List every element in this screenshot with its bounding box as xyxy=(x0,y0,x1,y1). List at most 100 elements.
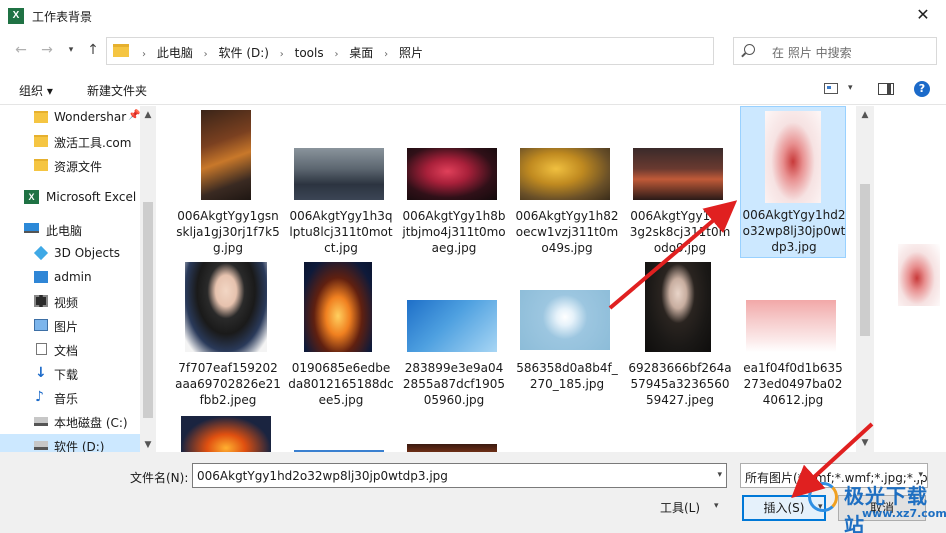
sidebar-item-pictures[interactable]: 图片 xyxy=(0,314,140,336)
chevron-down-icon[interactable]: ▾ xyxy=(818,502,823,512)
scroll-up-icon[interactable]: ▲ xyxy=(856,110,874,120)
scrollbar-thumb[interactable] xyxy=(860,184,870,336)
breadcrumb: › 此电脑 › 软件 (D:) › tools › 桌面 › 照片 xyxy=(142,44,423,61)
sidebar-item-wondershare[interactable]: Wondershar 📌 xyxy=(0,106,140,128)
chevron-down-icon[interactable]: ▾ xyxy=(714,501,719,511)
excel-icon: X xyxy=(8,8,24,24)
file-item[interactable]: 7f707eaf159202aaa69702826e21fbb2.jpeg xyxy=(175,260,281,408)
search-placeholder: 在 照片 中搜索 xyxy=(772,46,852,60)
scroll-down-icon[interactable]: ▼ xyxy=(856,438,874,448)
file-item[interactable]: 586358d0a8b4f_270_185.jpg xyxy=(514,260,620,408)
file-name: 0190685e6edbeda8012165188dcee5.jpg xyxy=(288,361,394,407)
sidebar-item-label: 下载 xyxy=(54,368,79,382)
chevron-down-icon[interactable]: ▾ xyxy=(848,83,853,93)
filetype-select[interactable]: 所有图片(*.emf;*.wmf;*.jpg;*.jp ▾ xyxy=(740,463,928,488)
folder-icon xyxy=(34,159,48,171)
view-options-icon[interactable] xyxy=(824,83,838,94)
file-item[interactable]: 006AkgtYgy1h82oecw1vzj311t0mo49s.jpg xyxy=(514,108,620,256)
search-input[interactable]: 在 照片 中搜索 xyxy=(733,37,937,65)
3d-objects-icon xyxy=(33,245,49,261)
sidebar-item-admin[interactable]: admin xyxy=(0,266,140,288)
file-name: 006AkgtYgy1gsnsklja1gj30rj1f7k5g.jpg xyxy=(176,209,280,255)
file-name: 586358d0a8b4f_270_185.jpg xyxy=(516,361,618,391)
image-thumbnail xyxy=(407,300,497,352)
sidebar-item-this-pc[interactable]: 此电脑 xyxy=(0,218,140,240)
pc-icon xyxy=(24,223,39,233)
back-arrow-icon[interactable]: ← xyxy=(12,41,30,59)
preview-pane xyxy=(874,106,946,452)
sidebar-item-label: 音乐 xyxy=(54,392,79,406)
image-thumbnail xyxy=(520,148,610,200)
sidebar-item-downloads[interactable]: ↓ 下载 xyxy=(0,362,140,384)
address-bar[interactable]: › 此电脑 › 软件 (D:) › tools › 桌面 › 照片 ▾ ↻ xyxy=(106,37,813,65)
file-item-selected[interactable]: 006AkgtYgy1hd2o32wp8lj30jp0wtdp3.jpg xyxy=(740,106,846,258)
file-name: 006AkgtYgy1hd2o32wp8lj30jp0wtdp3.jpg xyxy=(742,208,846,254)
pictures-icon xyxy=(34,319,48,331)
file-item[interactable]: 006AkgtYgy1h3qlptu8lcj311t0motct.jpg xyxy=(288,108,394,256)
navigation-pane: Wondershar 📌 激活工具.com 资源文件 X Microsoft E… xyxy=(0,106,156,452)
scroll-down-icon[interactable]: ▼ xyxy=(140,440,156,450)
command-toolbar: 组织 ▾ 新建文件夹 ▾ ? xyxy=(0,73,946,105)
image-thumbnail xyxy=(201,110,251,200)
breadcrumb-item[interactable]: 桌面 xyxy=(349,44,373,61)
cancel-button[interactable]: 取消 xyxy=(838,495,926,521)
chevron-down-icon[interactable]: ▾ xyxy=(916,470,923,480)
image-thumbnail xyxy=(746,300,836,352)
file-item[interactable]: 006AkgtYgy1h8bjtbjmo4j311t0moaeg.jpg xyxy=(401,108,507,256)
sidebar-scrollbar[interactable]: ▲ ▼ xyxy=(140,106,156,452)
file-item[interactable]: 006AkgtYgy1h8f3g2sk8cj311t0modo9.jpg xyxy=(627,108,733,256)
scrollbar-thumb[interactable] xyxy=(143,202,153,418)
new-folder-button[interactable]: 新建文件夹 xyxy=(87,82,147,99)
up-arrow-icon[interactable]: ↑ xyxy=(84,41,102,59)
file-item[interactable]: 006AkgtYgy1gsnsklja1gj30rj1f7k5g.jpg xyxy=(175,108,281,256)
sidebar-item-resources[interactable]: 资源文件 xyxy=(0,154,140,176)
chevron-down-icon[interactable]: ▾ xyxy=(62,41,80,59)
title-bar: X 工作表背景 ✕ xyxy=(0,0,946,32)
user-folder-icon xyxy=(34,271,48,283)
image-thumbnail xyxy=(304,262,372,352)
file-list-scrollbar[interactable]: ▲ ▼ xyxy=(856,106,874,452)
sidebar-item-local-disk-c[interactable]: 本地磁盘 (C:) xyxy=(0,410,140,432)
tools-menu[interactable]: 工具(L) xyxy=(660,499,700,516)
folder-icon xyxy=(34,111,48,123)
scroll-up-icon[interactable]: ▲ xyxy=(140,110,156,120)
forward-arrow-icon[interactable]: → xyxy=(38,41,56,59)
sidebar-item-software-d[interactable]: 软件 (D:) xyxy=(0,434,140,452)
image-thumbnail xyxy=(294,148,384,200)
file-item[interactable]: 283899e3e9a042855a87dcf190505960.jpg xyxy=(401,260,507,408)
file-name: 006AkgtYgy1h3qlptu8lcj311t0motct.jpg xyxy=(289,209,393,255)
video-icon xyxy=(34,295,48,307)
preview-image xyxy=(898,244,940,306)
file-item[interactable]: 0190685e6edbeda8012165188dcee5.jpg xyxy=(288,260,394,408)
sidebar-item-label: Wondershar xyxy=(54,110,127,124)
image-thumbnail[interactable] xyxy=(407,444,497,452)
image-thumbnail xyxy=(407,148,497,200)
chevron-down-icon[interactable]: ▾ xyxy=(717,470,722,480)
insert-button[interactable]: 插入(S) xyxy=(742,495,826,521)
file-name: 006AkgtYgy1h8f3g2sk8cj311t0modo9.jpg xyxy=(629,209,731,255)
sidebar-item-documents[interactable]: 文档 xyxy=(0,338,140,360)
sidebar-item-music[interactable]: ♪ 音乐 xyxy=(0,386,140,408)
file-item[interactable]: ea1f04f0d1b635273ed0497ba0240612.jpg xyxy=(740,260,846,408)
breadcrumb-item[interactable]: tools xyxy=(295,46,324,60)
file-name: 283899e3e9a042855a87dcf190505960.jpg xyxy=(402,361,506,407)
breadcrumb-item[interactable]: 软件 (D:) xyxy=(219,44,269,61)
sidebar-item-microsoft-excel[interactable]: X Microsoft Excel xyxy=(0,186,140,208)
breadcrumb-item[interactable]: 照片 xyxy=(399,44,423,61)
sidebar-item-activation-tools[interactable]: 激活工具.com xyxy=(0,130,140,152)
image-thumbnail xyxy=(645,262,711,352)
close-button[interactable]: ✕ xyxy=(900,0,946,32)
preview-pane-icon[interactable] xyxy=(878,83,894,95)
file-item[interactable]: 69283666bf264a57945a323656059427.jpeg xyxy=(627,260,733,408)
sidebar-item-3d-objects[interactable]: 3D Objects xyxy=(0,242,140,264)
sidebar-item-label: 3D Objects xyxy=(54,246,121,260)
filename-input[interactable]: 006AkgtYgy1hd2o32wp8lj30jp0wtdp3.jpg ▾ xyxy=(192,463,727,488)
image-thumbnail[interactable] xyxy=(181,416,271,452)
help-icon[interactable]: ? xyxy=(914,81,930,97)
file-name: ea1f04f0d1b635273ed0497ba0240612.jpg xyxy=(743,361,843,407)
sidebar-item-videos[interactable]: 视频 xyxy=(0,290,140,312)
image-thumbnail xyxy=(185,262,267,352)
breadcrumb-item[interactable]: 此电脑 xyxy=(157,44,193,61)
search-icon xyxy=(744,44,755,55)
organize-menu[interactable]: 组织 ▾ xyxy=(19,82,53,99)
